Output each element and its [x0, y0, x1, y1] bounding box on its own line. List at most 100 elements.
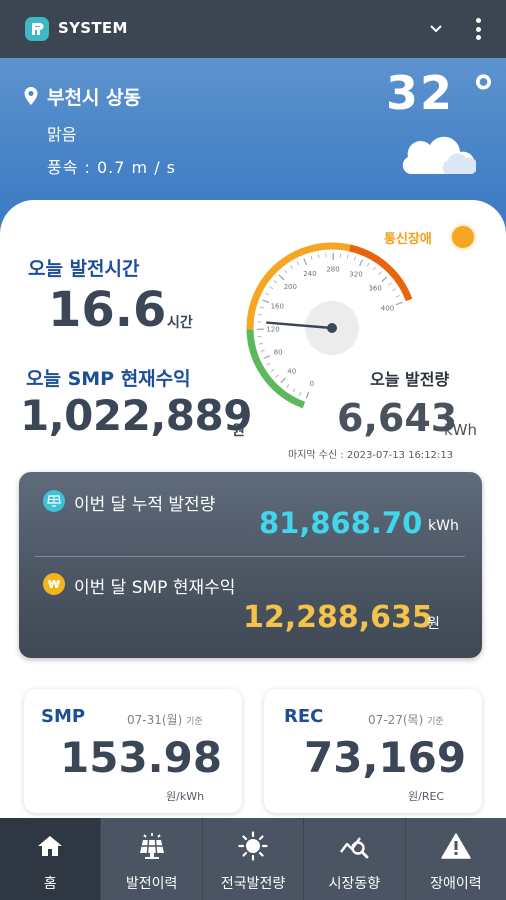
gauge-tick — [296, 261, 300, 266]
weather-temperature: 32 ° — [386, 66, 498, 120]
gauge-tick-label: 120 — [266, 326, 279, 334]
panel-divider — [35, 556, 465, 557]
smp-card[interactable]: SMP 07-31(월) 기준 153.98 원/kWh — [24, 689, 242, 813]
gauge-tick — [359, 259, 364, 267]
last-received-time: 마지막 수신 : 2023-07-13 16:12:13 — [288, 450, 454, 461]
gauge-tick-label: 280 — [326, 266, 339, 274]
nav-fault-history[interactable]: 장애이력 — [406, 818, 506, 900]
gauge-tick — [278, 274, 285, 281]
bottom-nav: 홈 발전이력 전국발전량 시장동향 장애이력 — [0, 818, 506, 900]
gauge-tick — [269, 286, 273, 290]
today-gen-value: 6,643 — [337, 396, 458, 440]
location-pin-icon — [24, 87, 38, 105]
gauge-tick — [395, 301, 403, 306]
app-logo-icon — [25, 17, 49, 41]
smp-card-title: SMP — [41, 706, 86, 727]
nav-gen-history[interactable]: 발전이력 — [101, 818, 203, 900]
smp-card-date: 07-31(월) 기준 — [127, 713, 203, 727]
gauge-tick — [299, 391, 302, 396]
today-gen-time-value: 16.6 — [48, 282, 167, 338]
gauge-tick — [395, 295, 400, 298]
weather-sky: 맑음 — [47, 125, 77, 144]
gauge-tick — [292, 388, 296, 393]
gauge-tick — [258, 343, 263, 345]
rec-card-date: 07-27(목) 기준 — [368, 713, 444, 727]
gauge-tick-label: 400 — [381, 304, 394, 312]
won-coin-icon: ₩ — [43, 573, 65, 595]
gauge-tick — [275, 374, 279, 378]
weather-wind: 풍속 : 0.7 m / s — [47, 158, 177, 177]
nav-market-trend-label: 시장동향 — [328, 876, 381, 892]
gauge-tick — [347, 254, 349, 259]
gauge-tick — [310, 255, 313, 260]
gauge-tick — [303, 258, 308, 266]
today-gen-label: 오늘 발전량 — [370, 370, 450, 389]
today-smp-label: 오늘 SMP 현재수익 — [26, 368, 191, 390]
nav-national-gen[interactable]: 전국발전량 — [203, 818, 305, 900]
today-gen-unit: kWh — [444, 421, 478, 439]
rec-card[interactable]: REC 07-27(목) 기준 73,169 원/REC — [264, 689, 482, 813]
app-title: SYSTEM — [58, 19, 128, 37]
gauge-tick — [372, 266, 376, 271]
gauge-tick-label: 360 — [368, 284, 381, 292]
rec-card-unit: 원/REC — [408, 790, 445, 803]
gauge-tick — [263, 355, 271, 360]
sun-icon — [238, 831, 268, 861]
month-smp-value: 12,288,635 — [243, 600, 433, 635]
smp-card-value: 153.98 — [60, 733, 223, 782]
gauge-tick — [273, 280, 278, 284]
warning-icon — [441, 831, 471, 861]
gauge-needle-hub — [327, 323, 337, 333]
gauge-tick — [265, 292, 270, 296]
gauge-tick — [286, 384, 290, 388]
nav-fault-history-label: 장애이력 — [430, 876, 482, 892]
smp-card-unit: 원/kWh — [166, 790, 205, 803]
today-gen-time-label: 오늘 발전시간 — [28, 258, 140, 280]
month-gen-unit: kWh — [428, 518, 459, 534]
today-gen-time-unit: 시간 — [167, 315, 193, 331]
gauge-tick-label: 0 — [310, 380, 314, 388]
gauge-tick — [378, 271, 382, 275]
gauge-tick-label: 240 — [303, 270, 316, 278]
nav-home-label: 홈 — [43, 876, 57, 892]
today-smp-value: 1,022,889 — [20, 391, 252, 440]
gauge-tick-label: 80 — [274, 348, 283, 356]
nav-national-gen-label: 전국발전량 — [220, 876, 286, 892]
more-menu-icon[interactable] — [470, 16, 486, 42]
gauge-tick-label: 200 — [284, 283, 297, 291]
gauge-tick — [388, 282, 392, 286]
gauge-tick — [270, 368, 275, 372]
gauge-tick — [266, 362, 271, 366]
month-gen-value: 81,868.70 — [259, 506, 423, 540]
nav-home[interactable]: 홈 — [0, 818, 102, 900]
weather-location[interactable]: 부천시 상동 — [47, 83, 141, 110]
gauge-tick — [260, 349, 265, 352]
gauge-tick — [262, 299, 270, 304]
gauge-tick-label: 40 — [287, 368, 296, 376]
solar-panel-icon — [43, 490, 65, 512]
gauge-tick — [280, 377, 287, 384]
gauge-tick — [290, 265, 294, 269]
solar-panel-icon — [137, 831, 167, 861]
gauge-tick — [258, 313, 263, 316]
gauge-tick — [284, 269, 288, 274]
today-smp-unit: 원 — [232, 423, 245, 439]
gauge-tick — [353, 256, 356, 261]
market-trend-icon — [339, 831, 369, 861]
gauge-tick — [392, 288, 397, 292]
nav-market-trend[interactable]: 시장동향 — [304, 818, 406, 900]
app-bar: SYSTEM — [0, 0, 506, 58]
gauge-tick-label: 320 — [349, 271, 362, 279]
gauge-tick — [317, 254, 320, 259]
month-smp-unit: 원 — [427, 616, 440, 632]
chevron-down-icon[interactable] — [428, 22, 444, 36]
gauge-tick-label: 160 — [271, 302, 284, 310]
rec-card-value: 73,169 — [304, 733, 467, 782]
month-smp-label: 이번 달 SMP 현재수익 — [74, 578, 236, 598]
comm-status-indicator — [452, 226, 474, 248]
gauge-tick — [381, 276, 388, 283]
gauge-tick — [305, 391, 310, 399]
gauge-tick — [366, 262, 370, 267]
gauge-tick — [259, 306, 264, 309]
rec-card-title: REC — [284, 706, 324, 727]
